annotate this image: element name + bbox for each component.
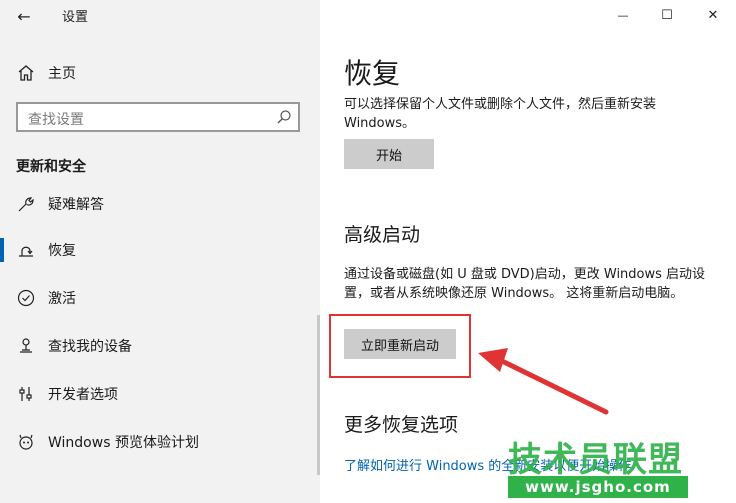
- watermark-text: 技术员联盟: [508, 440, 683, 480]
- watermark-url: www.jsgho.com: [508, 476, 688, 498]
- annotation-arrow: [478, 348, 609, 415]
